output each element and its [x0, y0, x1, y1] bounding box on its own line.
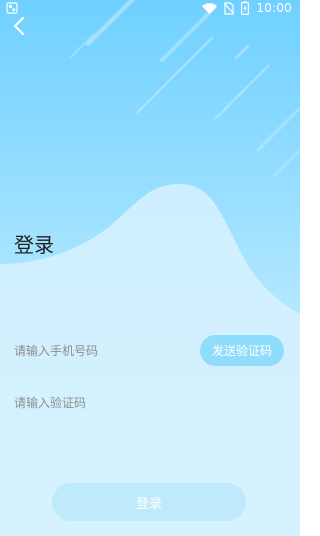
- phone-field: 发送验证码: [14, 324, 286, 378]
- notification-icon: [6, 2, 18, 14]
- rain-streak: [256, 106, 300, 152]
- login-button[interactable]: 登录: [52, 483, 246, 521]
- rain-streak: [136, 36, 214, 114]
- verification-code-field: [14, 377, 286, 430]
- send-code-button[interactable]: 发送验证码: [200, 335, 284, 366]
- battery-charging-icon: [241, 1, 250, 15]
- page-title: 登录: [14, 233, 54, 257]
- verification-code-input[interactable]: [14, 377, 184, 429]
- rain-streak: [68, 32, 96, 60]
- wifi-icon: [202, 2, 218, 14]
- status-icons: 10:00: [202, 0, 292, 16]
- login-screen: 10:00 登录 发送验证码 登录: [0, 0, 300, 536]
- background-decoration: [0, 0, 300, 536]
- phone-input[interactable]: [14, 325, 184, 377]
- no-sim-icon: [224, 1, 235, 15]
- rain-streak: [214, 64, 270, 120]
- rain-streak: [234, 44, 250, 60]
- chevron-left-icon[interactable]: [10, 14, 32, 38]
- status-bar: 10:00: [0, 0, 300, 16]
- rain-streak: [272, 148, 300, 178]
- status-time: 10:00: [256, 1, 292, 15]
